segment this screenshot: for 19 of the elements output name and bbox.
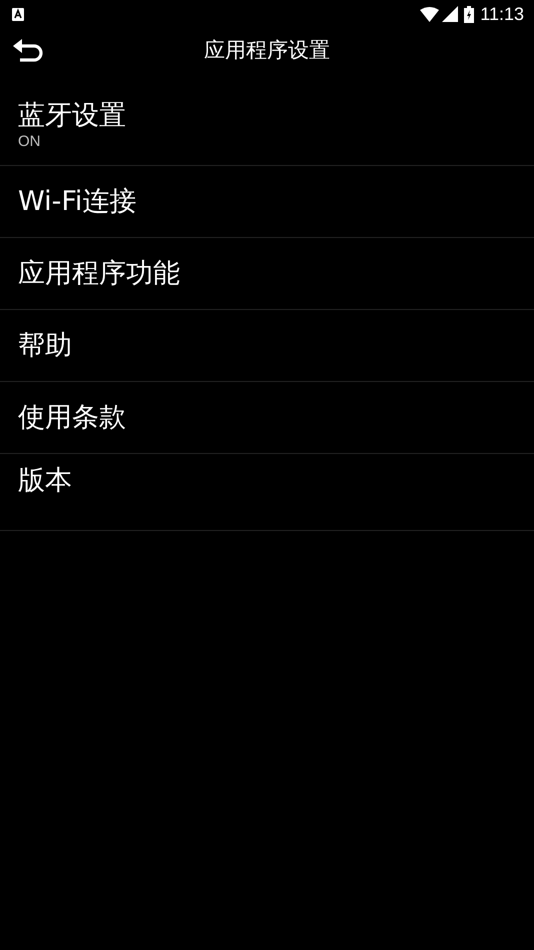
settings-item[interactable]: 帮助 <box>0 310 534 382</box>
status-time: 11:13 <box>480 4 524 24</box>
item-subtitle: ON <box>18 133 40 150</box>
settings-item[interactable]: 版本 <box>0 454 534 531</box>
item-title: 使用条款 <box>18 400 126 434</box>
battery-icon <box>464 6 474 22</box>
settings-item[interactable]: 应用程序功能 <box>0 238 534 310</box>
settings-item[interactable]: 蓝牙设置 ON <box>0 84 534 166</box>
settings-item[interactable]: 使用条款 <box>0 382 534 454</box>
item-title: 应用程序功能 <box>18 256 180 290</box>
notification-icon <box>12 8 24 20</box>
item-title: 帮助 <box>18 328 72 362</box>
settings-item[interactable]: Wi-Fi连接 <box>0 166 534 238</box>
wifi-icon <box>420 6 440 22</box>
item-title: Wi-Fi连接 <box>18 184 136 218</box>
item-title: 蓝牙设置 <box>18 99 126 133</box>
screen-title: 应用程序设置 <box>204 37 330 64</box>
item-title: 版本 <box>18 464 72 498</box>
signal-icon <box>442 6 458 22</box>
